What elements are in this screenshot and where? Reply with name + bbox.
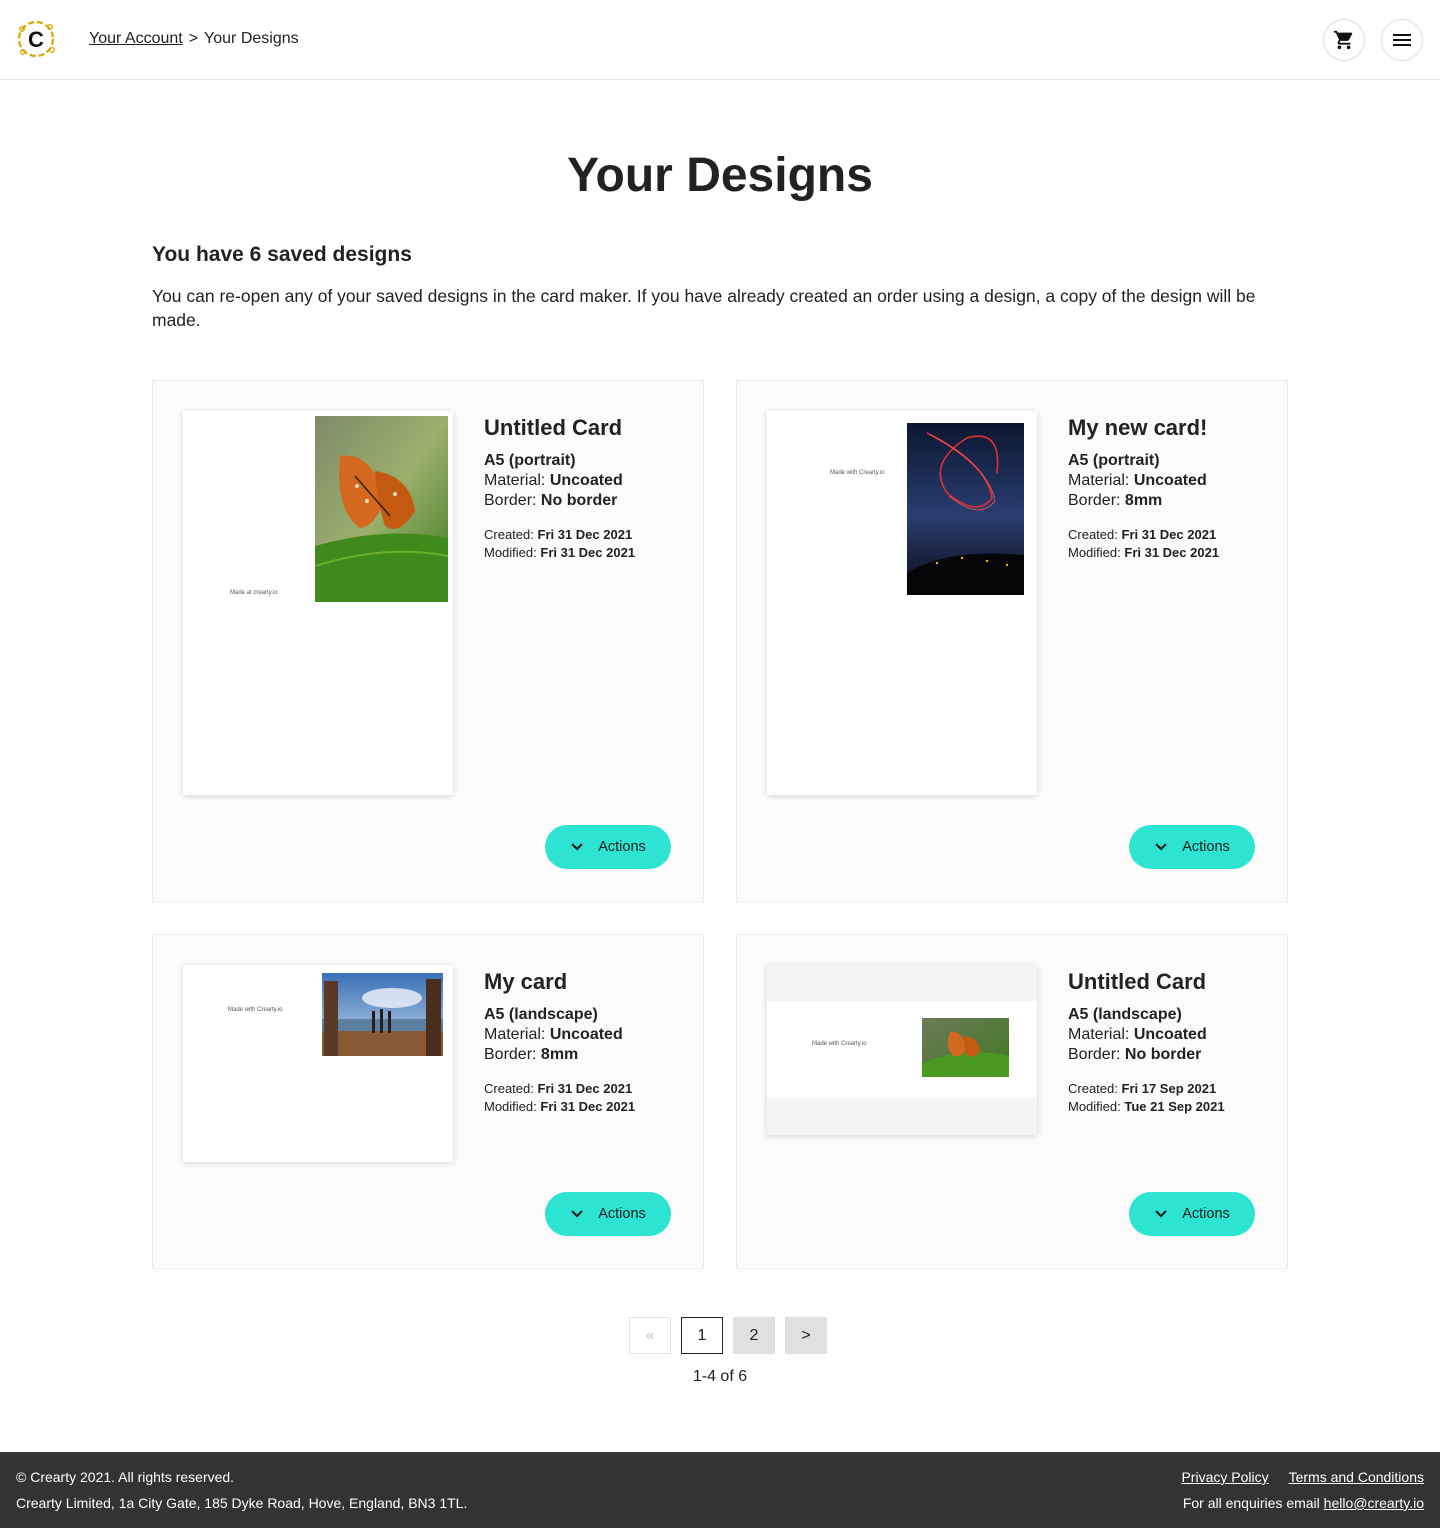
footer-email-link[interactable]: hello@crearty.io (1324, 1495, 1424, 1511)
design-border: Border: No border (1068, 1046, 1202, 1063)
design-preview[interactable]: Made at crearty.io (183, 411, 453, 795)
design-format: A5 (portrait) (484, 452, 576, 469)
design-preview[interactable]: Made with Crearty.io (767, 411, 1037, 795)
butterfly-photo (315, 416, 448, 602)
design-preview[interactable]: Made with Crearty.io (183, 965, 453, 1162)
preview-inner-page: Made with Crearty.io (767, 1001, 1037, 1098)
preview-watermark-text: Made with Crearty.io (812, 1041, 867, 1047)
design-info: My new card! A5 (portrait) Material: Unc… (1068, 411, 1268, 562)
saved-designs-count: You have 6 saved designs (152, 243, 412, 266)
design-format: A5 (landscape) (1068, 1006, 1182, 1023)
design-modified: Modified: Fri 31 Dec 2021 (484, 1099, 636, 1114)
preview-watermark-text: Made with Crearty.io (228, 1007, 283, 1013)
footer-enquiries: For all enquiries email hello@crearty.io (1183, 1495, 1424, 1511)
design-created: Created: Fri 31 Dec 2021 (484, 527, 633, 542)
menu-button[interactable] (1381, 19, 1423, 61)
design-info: My card A5 (landscape) Material: Uncoate… (484, 965, 684, 1116)
site-footer: © Crearty 2021. All rights reserved. Cre… (0, 1452, 1440, 1528)
cart-icon (1333, 30, 1353, 50)
menu-icon (1393, 34, 1411, 46)
chevron-down-icon (571, 843, 583, 851)
svg-text:C: C (28, 27, 44, 52)
design-material: Material: Uncoated (484, 1026, 623, 1043)
cart-button[interactable] (1323, 19, 1365, 61)
design-format: A5 (portrait) (1068, 452, 1160, 469)
chevron-down-icon (1155, 843, 1167, 851)
design-name: My card (484, 969, 568, 994)
actions-button[interactable]: Actions (1129, 825, 1255, 869)
breadcrumb: Your Account > Your Designs (89, 29, 299, 49)
design-name: My new card! (1068, 415, 1208, 440)
design-dates: Created: Fri 31 Dec 2021 Modified: Fri 3… (484, 526, 684, 562)
site-header: C Your Account > Your Designs (0, 0, 1440, 80)
design-created: Created: Fri 31 Dec 2021 (484, 1081, 633, 1096)
design-dates: Created: Fri 31 Dec 2021 Modified: Fri 3… (484, 1080, 684, 1116)
design-preview[interactable]: Made with Crearty.io (767, 965, 1037, 1135)
footer-address: Crearty Limited, 1a City Gate, 185 Dyke … (16, 1495, 468, 1511)
page-title: Your Designs (567, 149, 873, 202)
footer-links: Privacy Policy Terms and Conditions (1181, 1469, 1424, 1485)
design-modified: Modified: Fri 31 Dec 2021 (484, 545, 636, 560)
design-modified: Modified: Fri 31 Dec 2021 (1068, 545, 1220, 560)
design-modified: Modified: Tue 21 Sep 2021 (1068, 1099, 1225, 1114)
pier-photo (322, 973, 443, 1056)
light-trail-photo (907, 423, 1024, 595)
pagination-range: 1-4 of 6 (692, 1368, 748, 1385)
design-border: Border: 8mm (484, 1046, 579, 1063)
design-info: Untitled Card A5 (landscape) Material: U… (1068, 965, 1268, 1116)
pagination-prev-button[interactable]: « (629, 1317, 671, 1354)
design-border: Border: No border (484, 492, 618, 509)
preview-watermark-text: Made at crearty.io (230, 590, 278, 596)
design-created: Created: Fri 17 Sep 2021 (1068, 1081, 1217, 1096)
design-card: Made with Crearty.io My new card! A5 (po… (736, 380, 1288, 902)
actions-button[interactable]: Actions (545, 825, 671, 869)
footer-copyright: © Crearty 2021. All rights reserved. (16, 1469, 235, 1485)
design-dates: Created: Fri 31 Dec 2021 Modified: Fri 3… (1068, 526, 1268, 562)
terms-link[interactable]: Terms and Conditions (1289, 1469, 1424, 1485)
breadcrumb-current: Your Designs (204, 30, 299, 47)
pagination: « 1 2 > (629, 1317, 827, 1354)
crearty-logo-icon[interactable]: C (14, 17, 58, 61)
breadcrumb-separator: > (188, 30, 199, 47)
design-material: Material: Uncoated (1068, 1026, 1207, 1043)
design-name: Untitled Card (1068, 969, 1207, 994)
design-border: Border: 8mm (1068, 492, 1163, 509)
design-name: Untitled Card (484, 415, 623, 440)
design-created: Created: Fri 31 Dec 2021 (1068, 527, 1217, 542)
design-info: Untitled Card A5 (portrait) Material: Un… (484, 411, 684, 562)
pagination-page-1[interactable]: 1 (681, 1317, 723, 1354)
design-material: Material: Uncoated (1068, 472, 1207, 489)
design-card: Made with Crearty.io Untitled Card A5 (l… (736, 934, 1288, 1269)
actions-button[interactable]: Actions (1129, 1192, 1255, 1236)
breadcrumb-your-account-link[interactable]: Your Account (89, 29, 183, 49)
chevron-down-icon (571, 1210, 583, 1218)
design-card: Made at crearty.io Untitled Card A5 (por… (152, 380, 704, 902)
intro-text: You can re-open any of your saved design… (152, 286, 1256, 330)
preview-watermark-text: Made with Crearty.io (830, 470, 885, 476)
design-card: Made with Crearty.io My card A5 (landsca… (152, 934, 704, 1269)
footer-enquiries-text: For all enquiries email (1182, 1495, 1320, 1511)
chevron-down-icon (1155, 1210, 1167, 1218)
privacy-policy-link[interactable]: Privacy Policy (1181, 1469, 1268, 1485)
pagination-page-2[interactable]: 2 (733, 1317, 775, 1354)
butterfly-photo (922, 1018, 1009, 1077)
pagination-next-button[interactable]: > (785, 1317, 827, 1354)
design-dates: Created: Fri 17 Sep 2021 Modified: Tue 2… (1068, 1080, 1268, 1116)
design-format: A5 (landscape) (484, 1006, 598, 1023)
actions-button[interactable]: Actions (545, 1192, 671, 1236)
design-material: Material: Uncoated (484, 472, 623, 489)
